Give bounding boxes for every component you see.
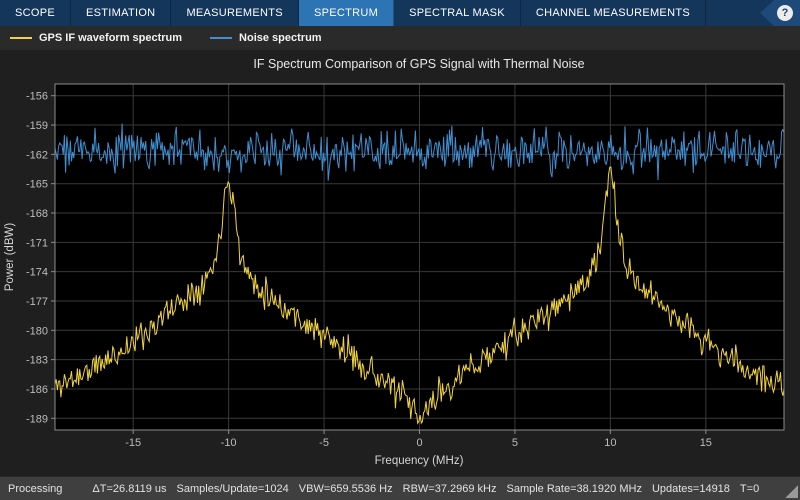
x-tick-label: 15 (700, 437, 712, 449)
x-axis-label: Frequency (MHz) (375, 455, 464, 467)
status-updates: Updates=14918 (651, 482, 730, 495)
status-sample-rate: Sample Rate=38.1920 MHz (506, 482, 642, 495)
y-tick-label: -186 (26, 384, 48, 396)
x-tick-label: -5 (319, 437, 329, 449)
x-tick-label: 5 (512, 437, 518, 449)
status-samples-per-update: Samples/Update=1024 (176, 482, 289, 495)
status-vbw: VBW=659.5536 Hz (298, 482, 393, 495)
legend-item-gps[interactable]: GPS IF waveform spectrum (10, 32, 182, 44)
spectrum-analyzer-window: SCOPE ESTIMATION MEASUREMENTS SPECTRUM S… (0, 0, 800, 500)
legend-label-gps: GPS IF waveform spectrum (39, 32, 183, 44)
tab-spectral-mask[interactable]: SPECTRAL MASK (394, 0, 521, 26)
y-tick-label: -156 (26, 91, 48, 103)
y-tick-label: -174 (26, 267, 48, 279)
legend-item-noise[interactable]: Noise spectrum (210, 32, 322, 44)
legend-swatch-1 (210, 37, 233, 39)
help-button[interactable]: ? (777, 5, 793, 21)
toolstrip-tabbar: SCOPE ESTIMATION MEASUREMENTS SPECTRUM S… (0, 0, 800, 26)
y-tick-label: -159 (26, 120, 48, 132)
y-tick-label: -180 (26, 325, 48, 337)
tab-estimation[interactable]: ESTIMATION (71, 0, 172, 26)
y-tick-label: -162 (26, 149, 48, 161)
resize-grip-icon[interactable] (784, 484, 798, 498)
tab-measurements[interactable]: MEASUREMENTS (171, 0, 299, 26)
legend-label-noise: Noise spectrum (239, 32, 322, 44)
x-tick-label: -15 (125, 437, 141, 449)
legend-bar: GPS IF waveform spectrum Noise spectrum (0, 26, 800, 50)
tab-spectrum[interactable]: SPECTRUM (298, 0, 395, 26)
y-tick-label: -171 (26, 237, 48, 249)
legend-swatch-0 (10, 37, 32, 39)
status-time: T=0 (739, 482, 760, 495)
y-tick-label: -168 (26, 208, 48, 220)
toolstrip-corner-shape: ? (760, 0, 800, 26)
chart-area: IF Spectrum Comparison of GPS Signal wit… (0, 50, 800, 476)
status-processing: Processing (8, 482, 63, 495)
status-delta-t: ΔT=26.8119 us (92, 482, 167, 495)
x-tick-label: 10 (604, 437, 616, 449)
y-axis-label: Power (dBW) (4, 223, 16, 292)
chart-title: IF Spectrum Comparison of GPS Signal wit… (253, 57, 584, 71)
y-tick-label: -183 (26, 355, 48, 367)
status-rbw: RBW=37.2969 kHz (402, 482, 497, 495)
tabbar-spacer (706, 0, 760, 26)
spectrum-plot[interactable]: IF Spectrum Comparison of GPS Signal wit… (0, 50, 800, 476)
y-tick-label: -165 (26, 179, 48, 191)
x-tick-label: 0 (416, 437, 422, 449)
y-tick-label: -189 (26, 413, 48, 425)
status-bar: Processing ΔT=26.8119 us Samples/Update=… (0, 476, 800, 500)
plot-content: -15 -10 -5 0 5 10 15 -156 -159 -162 -165 -168 -171 -1… (26, 83, 785, 449)
x-tick-label: -10 (221, 437, 237, 449)
y-tick-label: -177 (26, 296, 48, 308)
tab-scope[interactable]: SCOPE (0, 0, 72, 26)
tab-channel-measurements[interactable]: CHANNEL MEASUREMENTS (521, 0, 706, 26)
